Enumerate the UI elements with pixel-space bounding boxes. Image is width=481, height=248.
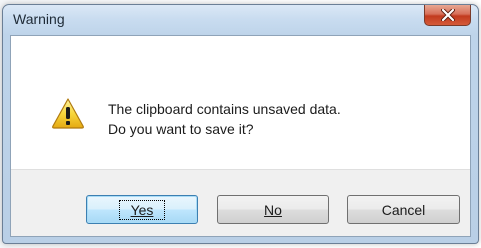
no-button[interactable]: No bbox=[217, 195, 329, 224]
warning-icon bbox=[51, 97, 85, 134]
cancel-button-label: Cancel bbox=[381, 201, 426, 218]
warning-dialog: Warning The clipboard contains unsaved d… bbox=[2, 4, 479, 244]
message-line-1: The clipboard contains unsaved data. bbox=[108, 101, 341, 117]
yes-button[interactable]: Yes bbox=[86, 195, 198, 224]
button-bar: Yes No Cancel bbox=[11, 169, 470, 236]
message-line-2: Do you want to save it? bbox=[108, 121, 254, 137]
close-button[interactable] bbox=[424, 5, 471, 26]
screen-background: Warning The clipboard contains unsaved d… bbox=[0, 0, 481, 248]
title-bar[interactable]: Warning bbox=[3, 5, 478, 35]
yes-button-label: Yes bbox=[118, 199, 166, 220]
no-button-label: No bbox=[264, 201, 282, 218]
dialog-client-area: The clipboard contains unsaved data. Do … bbox=[10, 35, 471, 237]
cancel-button[interactable]: Cancel bbox=[347, 195, 460, 224]
close-icon bbox=[440, 9, 455, 21]
message-area: The clipboard contains unsaved data. Do … bbox=[11, 36, 470, 156]
message-text: The clipboard contains unsaved data. Do … bbox=[108, 99, 341, 139]
window-title: Warning bbox=[13, 11, 65, 27]
yes-label-text: Yes bbox=[130, 201, 154, 218]
